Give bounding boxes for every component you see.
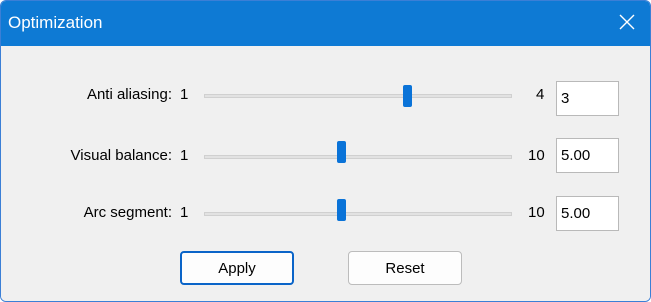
window-title: Optimization [8,13,103,32]
anti-aliasing-label: Anti aliasing: [86,86,172,103]
visual-balance-label: Visual balance: [70,147,172,164]
anti-aliasing-thumb[interactable] [403,85,412,107]
visual-balance-max: 10 [528,147,545,164]
apply-button[interactable]: Apply [180,251,294,285]
visual-balance-thumb[interactable] [337,141,346,163]
close-button[interactable] [604,1,650,46]
optimization-dialog: Optimization Anti aliasing: 1 4 Visual b… [0,0,651,302]
arc-segment-min: 1 [180,204,189,221]
title-bar[interactable]: Optimization [1,1,650,46]
reset-button[interactable]: Reset [348,251,462,285]
arc-segment-value[interactable] [556,196,619,231]
arc-segment-max: 10 [528,204,545,221]
arc-segment-label: Arc segment: [83,204,172,221]
arc-segment-track[interactable] [204,212,512,216]
arc-segment-thumb[interactable] [337,199,346,221]
dialog-content: Anti aliasing: 1 4 Visual balance: 1 10 … [1,46,650,301]
anti-aliasing-track[interactable] [204,94,512,98]
close-icon [619,14,635,30]
visual-balance-min: 1 [180,147,189,164]
visual-balance-value[interactable] [556,138,619,173]
anti-aliasing-max: 4 [536,86,545,103]
anti-aliasing-min: 1 [180,86,189,103]
anti-aliasing-value[interactable] [556,81,619,116]
visual-balance-track[interactable] [204,155,512,159]
